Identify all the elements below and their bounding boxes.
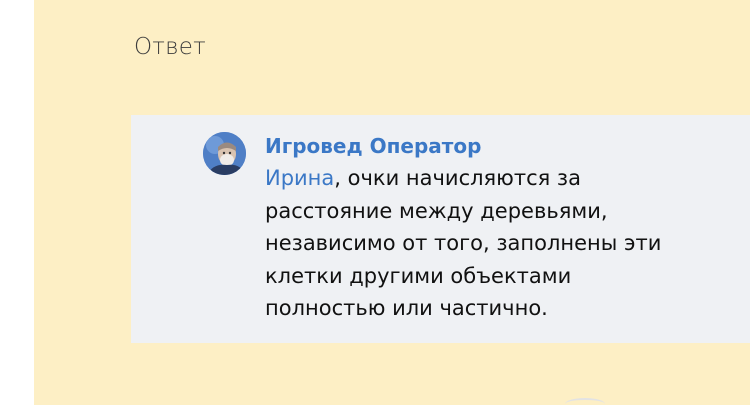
comment-card: Игровед Оператор Ирина, очки начисляются…: [131, 115, 750, 343]
comment-text-line: полностью или частично.: [265, 296, 548, 320]
comment-text-first-line: , очки начисляются за: [334, 166, 581, 190]
mention-link[interactable]: Ирина: [265, 166, 334, 190]
comment-text-line: клетки другими объектами: [265, 263, 572, 288]
comment-author-link[interactable]: Игровед Оператор: [265, 132, 735, 160]
answer-heading: Ответ: [134, 34, 206, 60]
comment-text-line: независимо от того, заполнены эти: [265, 231, 662, 255]
comment-body: Игровед Оператор Ирина, очки начисляются…: [265, 132, 735, 325]
comment-text: Ирина, очки начисляются за расстояние меж…: [265, 162, 735, 325]
answer-panel: Ответ Игровед Оператор Ирина, очки начис…: [34, 0, 750, 405]
comment-text-line: расстояние между деревьями,: [265, 198, 608, 223]
partial-circle-divider: [565, 398, 605, 410]
user-avatar-icon[interactable]: [203, 132, 246, 175]
